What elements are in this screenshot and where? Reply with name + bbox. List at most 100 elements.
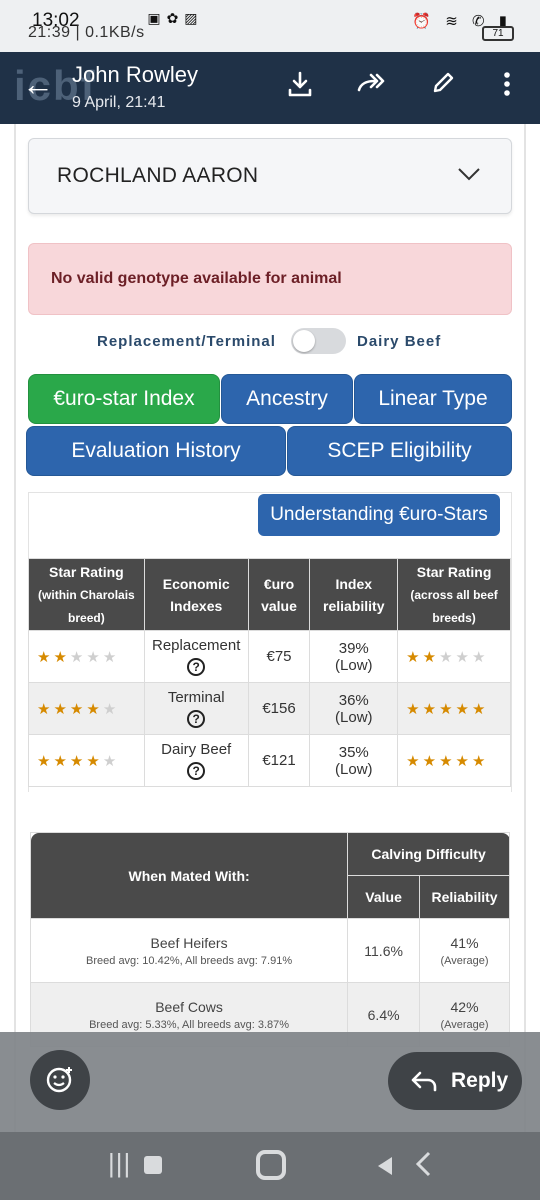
table-row: ★★★★★ Terminal? €156 36% (Low) ★★★★★ [28, 682, 511, 735]
star-filled-icon: ★ [37, 700, 54, 718]
reliability-cell: 36% (Low) [309, 682, 399, 735]
alert-text: No valid genotype available for animal [51, 270, 342, 287]
star-rating-across: ★★★★★ [397, 630, 511, 683]
star-filled-icon: ★ [86, 700, 103, 718]
edit-pencil-icon[interactable] [426, 70, 460, 104]
star-filled-icon: ★ [53, 700, 70, 718]
message-date: 9 April, 21:41 [72, 94, 166, 111]
star-filled-icon: ★ [53, 648, 70, 666]
star-filled-icon: ★ [53, 752, 70, 770]
euro-value-cell: €156 [247, 682, 311, 735]
euro-value-cell: €121 [247, 734, 311, 787]
star-filled-icon: ★ [37, 752, 54, 770]
chevron-down-icon [457, 161, 481, 187]
reply-button[interactable]: Reply [388, 1052, 522, 1110]
toggle-left-label: Replacement/Terminal [97, 333, 276, 350]
star-filled-icon: ★ [439, 700, 456, 718]
table-row: ★★★★★ Dairy Beef? €121 35% (Low) ★★★★★ [28, 734, 511, 787]
economic-index-cell: Replacement? [143, 630, 249, 683]
calving-difficulty-table: When Mated With: Calving Difficulty Valu… [29, 832, 510, 1047]
forward-icon[interactable] [354, 70, 388, 104]
euro-value-cell: €75 [247, 630, 311, 683]
star-filled-icon: ★ [69, 700, 87, 718]
star-filled-icon: ★ [455, 700, 472, 718]
star-rating-within: ★★★★★ [28, 682, 145, 735]
star-filled-icon: ★ [86, 752, 103, 770]
help-question-icon[interactable]: ? [187, 710, 206, 728]
star-filled-icon: ★ [69, 752, 87, 770]
header-index-reliability: Index reliability [309, 558, 399, 631]
system-nav-bar: ||| [0, 1132, 540, 1200]
star-rating-across: ★★★★★ [397, 682, 511, 735]
star-filled-icon: ★ [422, 752, 440, 770]
chat-header: icbf ← John Rowley 9 April, 21:41 [0, 52, 540, 124]
secondary-recents-icon[interactable] [144, 1156, 162, 1174]
back-triangle-icon[interactable] [376, 1152, 394, 1184]
reply-label: Reply [451, 1069, 509, 1092]
star-filled-icon: ★ [455, 752, 472, 770]
header-economic-indexes: Economic Indexes [143, 558, 249, 631]
header-euro-value: €uro value [247, 558, 311, 631]
mated-with-cell: Beef Heifers Breed avg: 10.42%, All breed… [29, 918, 349, 983]
toggle-knob [293, 330, 315, 352]
reply-arrow-icon [410, 1052, 438, 1115]
economic-index-cell: Dairy Beef? [143, 734, 249, 787]
header-star-across: Star Rating (across all beef breeds) [397, 558, 511, 631]
understanding-euro-stars-button[interactable]: Understanding €uro-Stars [258, 494, 500, 536]
star-empty-icon: ★ [102, 700, 120, 718]
economic-index-cell: Terminal? [143, 682, 249, 735]
help-question-icon[interactable]: ? [187, 658, 206, 676]
index-type-toggle[interactable] [291, 328, 346, 354]
emoji-icon [45, 1067, 75, 1101]
back-chevron-icon[interactable] [414, 1150, 432, 1185]
star-filled-icon: ★ [471, 752, 489, 770]
star-filled-icon: ★ [422, 700, 440, 718]
tab-evaluation-history[interactable]: Evaluation History [26, 426, 286, 476]
tab-euro-star-index[interactable]: €uro-star Index [28, 374, 220, 424]
star-filled-icon: ★ [471, 700, 489, 718]
star-filled-icon: ★ [37, 648, 54, 666]
index-toggle-row: Replacement/Terminal Dairy Beef [0, 326, 540, 356]
header-value: Value [347, 875, 421, 919]
back-arrow-icon[interactable]: ← [22, 66, 54, 103]
calving-value-cell: 11.6% [347, 918, 421, 983]
reliability-cell: 35% (Low) [309, 734, 399, 787]
reliability-cell: 39% (Low) [309, 630, 399, 683]
calving-reliability-cell: 41% (Average) [419, 918, 510, 983]
star-empty-icon: ★ [86, 648, 103, 666]
header-star-within: Star Rating (within Charolais breed) [28, 558, 145, 631]
star-empty-icon: ★ [439, 648, 456, 666]
tab-linear-type[interactable]: Linear Type [354, 374, 512, 424]
star-empty-icon: ★ [69, 648, 87, 666]
genotype-alert: No valid genotype available for animal [28, 243, 512, 315]
star-filled-icon: ★ [406, 700, 423, 718]
status-bar: 13:02 ▣✿▨ 21:39 | 0.1KB/s ⏰ ≋ ✆ ▮ 71 [0, 0, 540, 52]
star-empty-icon: ★ [102, 648, 120, 666]
tab-scep-eligibility[interactable]: SCEP Eligibility [287, 426, 512, 476]
tab-ancestry[interactable]: Ancestry [221, 374, 353, 424]
download-icon[interactable] [283, 70, 317, 104]
header-reliability: Reliability [419, 875, 510, 919]
toggle-right-label: Dairy Beef [357, 333, 442, 350]
emoji-button[interactable] [30, 1050, 90, 1110]
battery-icon: 71 [482, 26, 514, 41]
star-empty-icon: ★ [471, 648, 489, 666]
inner-status-text: 21:39 | 0.1KB/s [28, 24, 145, 41]
star-empty-icon: ★ [102, 752, 120, 770]
table-row: Beef Heifers Breed avg: 10.42%, All breed… [29, 918, 510, 983]
star-filled-icon: ★ [406, 648, 423, 666]
star-empty-icon: ★ [455, 648, 472, 666]
table-row: ★★★★★ Replacement? €75 39% (Low) ★★★★★ [28, 630, 511, 683]
recent-apps-icon[interactable]: ||| [108, 1148, 131, 1179]
home-icon[interactable] [256, 1150, 286, 1180]
star-filled-icon: ★ [406, 752, 423, 770]
star-rating-across: ★★★★★ [397, 734, 511, 787]
header-mated-with: When Mated With: [29, 832, 349, 919]
star-rating-within: ★★★★★ [28, 630, 145, 683]
animal-select-value: ROCHLAND AARON [57, 164, 259, 187]
animal-select-dropdown[interactable]: ROCHLAND AARON [28, 138, 512, 214]
more-options-icon[interactable] [490, 70, 524, 104]
help-question-icon[interactable]: ? [187, 762, 206, 780]
header-calving-difficulty: Calving Difficulty [347, 832, 510, 876]
star-filled-icon: ★ [439, 752, 456, 770]
